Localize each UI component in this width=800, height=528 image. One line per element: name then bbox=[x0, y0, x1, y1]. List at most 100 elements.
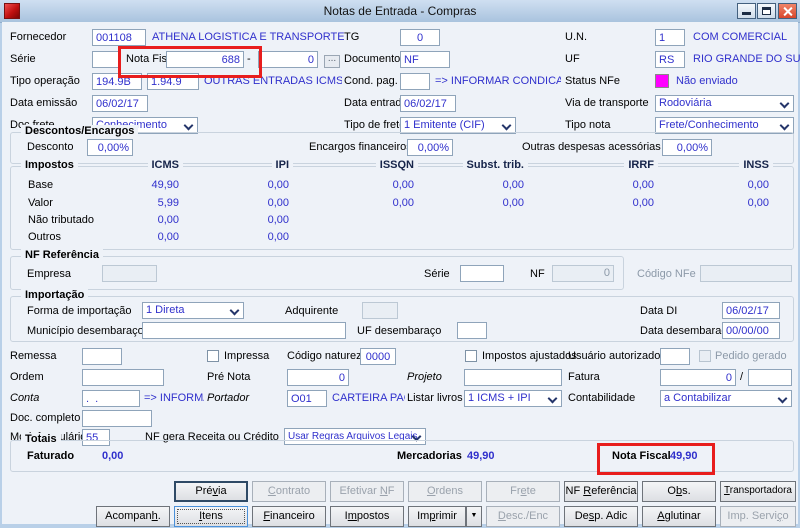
itens-button[interactable]: Itens bbox=[174, 506, 248, 527]
faturado-label: Faturado bbox=[27, 450, 75, 462]
impressa-checkbox[interactable] bbox=[207, 350, 219, 362]
impostos-col-irrf: IRRF bbox=[624, 159, 658, 171]
tg-input[interactable] bbox=[400, 29, 440, 46]
transportadora-button[interactable]: Transportadora bbox=[720, 481, 796, 502]
tipo-operacao-desc: OUTRAS ENTRADAS ICMS E IPI DEST bbox=[204, 75, 342, 87]
minimize-button[interactable] bbox=[737, 3, 756, 19]
impostos-row-outros: Outros 0,00 0,00 bbox=[28, 231, 289, 243]
nfref-serie-input[interactable] bbox=[460, 265, 504, 282]
mercadorias-label: Mercadorias bbox=[397, 450, 462, 462]
contabilidade-select[interactable]: a Contabilizar bbox=[660, 390, 792, 407]
window-frame: Notas de Entrada - Compras Fornecedor AT… bbox=[0, 0, 800, 528]
acompanh-button[interactable]: Acompanh. bbox=[96, 506, 170, 527]
impostos-title: Impostos bbox=[21, 159, 78, 171]
tipo-operacao-input[interactable] bbox=[92, 73, 142, 90]
tipo-operacao-label: Tipo operação bbox=[10, 75, 80, 87]
nota-fiscal-input[interactable] bbox=[166, 51, 244, 68]
impostos-groupbox: Impostos ICMS IPI ISSQN Subst. trib. IRR… bbox=[10, 159, 794, 250]
data-entrada-input[interactable] bbox=[400, 95, 456, 112]
tipo-frete-label: Tipo de frete bbox=[344, 119, 406, 131]
forma-importacao-select[interactable]: 1 Direta bbox=[142, 302, 244, 319]
projeto-label: Projeto bbox=[407, 371, 442, 383]
remessa-input[interactable] bbox=[82, 348, 122, 365]
status-nfe-value: Não enviado bbox=[676, 75, 738, 87]
desconto-label: Desconto bbox=[27, 141, 74, 153]
impostos-ajustados-checkbox[interactable] bbox=[465, 350, 477, 362]
doc-completo-label: Doc. completo bbox=[10, 412, 81, 424]
impostos-col-subst: Subst. trib. bbox=[462, 159, 528, 171]
ordem-input[interactable] bbox=[82, 369, 164, 386]
pre-nota-input[interactable] bbox=[287, 369, 349, 386]
fatura-sub-input[interactable] bbox=[748, 369, 792, 386]
cond-pag-input[interactable] bbox=[400, 73, 430, 90]
desp-adic-button[interactable]: Desp. Adic bbox=[564, 506, 638, 527]
cond-pag-label: Cond. pag. bbox=[344, 75, 398, 87]
un-input[interactable] bbox=[655, 29, 685, 46]
adquirente-field bbox=[362, 302, 398, 319]
obs-button[interactable]: Obs. bbox=[642, 481, 716, 502]
imprimir-dropdown-button[interactable]: ▼ bbox=[466, 506, 482, 527]
maximize-button[interactable] bbox=[757, 3, 776, 19]
desc-enc-button: Desc./Enc bbox=[486, 506, 560, 527]
portador-input[interactable] bbox=[287, 390, 327, 407]
codigo-nfe-field bbox=[700, 265, 792, 282]
impostos-col-issqn: ISSQN bbox=[375, 159, 418, 171]
codigo-natureza-label: Código natureza bbox=[287, 350, 368, 362]
fornecedor-input[interactable] bbox=[92, 29, 146, 46]
encargos-input[interactable] bbox=[407, 139, 453, 156]
importacao-title: Importação bbox=[21, 289, 89, 301]
pre-nota-label: Pré Nota bbox=[207, 371, 251, 383]
tipo-operacao-cfop-input[interactable] bbox=[147, 73, 199, 90]
financeiro-button[interactable]: Financeiro bbox=[252, 506, 326, 527]
chevron-down-icon bbox=[501, 120, 512, 131]
nota-fiscal-sub-input[interactable] bbox=[258, 51, 318, 68]
projeto-input[interactable] bbox=[464, 369, 562, 386]
data-di-label: Data DI bbox=[640, 305, 678, 317]
fatura-label: Fatura bbox=[568, 371, 600, 383]
close-button[interactable] bbox=[778, 3, 797, 19]
un-label: U.N. bbox=[565, 31, 587, 43]
maximize-icon bbox=[762, 7, 771, 15]
listar-livros-label: Listar livros bbox=[407, 392, 463, 404]
conta-hint: => INFORMAR bbox=[144, 392, 204, 404]
listar-livros-select[interactable]: 1 ICMS + IPI bbox=[464, 390, 562, 407]
window-title: Notas de Entrada - Compras bbox=[323, 4, 477, 18]
usuario-autorizado-input[interactable] bbox=[660, 348, 690, 365]
imprimir-button[interactable]: Imprimir bbox=[408, 506, 466, 527]
nfref-nf-field: 0 bbox=[552, 265, 614, 282]
encargos-label: Encargos financeiros bbox=[309, 141, 412, 153]
data-desembaraco-input[interactable] bbox=[722, 322, 780, 339]
impostos-button[interactable]: Impostos bbox=[330, 506, 404, 527]
nf-referencia-button[interactable]: NF Referência bbox=[564, 481, 638, 502]
form-body: Fornecedor ATHENA LOGISTICA E TRANSPORTE… bbox=[2, 22, 800, 527]
data-emissao-input[interactable] bbox=[92, 95, 148, 112]
chevron-down-icon bbox=[229, 305, 240, 316]
fatura-input[interactable] bbox=[660, 369, 736, 386]
serie-label: Série bbox=[10, 53, 36, 65]
nota-fiscal-more-button[interactable]: ... bbox=[324, 54, 340, 68]
serie-input[interactable] bbox=[92, 51, 120, 68]
via-transporte-select[interactable]: Rodoviária bbox=[655, 95, 794, 112]
uf-desembaraco-input[interactable] bbox=[457, 322, 487, 339]
conta-label: Conta bbox=[10, 392, 40, 404]
totais-title: Totais bbox=[21, 433, 61, 445]
documento-input[interactable] bbox=[400, 51, 450, 68]
impostos-row-nao-tributado: Não tributado 0,00 0,00 bbox=[28, 214, 289, 226]
un-name: COM COMERCIAL bbox=[693, 31, 788, 43]
doc-completo-input[interactable] bbox=[82, 410, 152, 427]
municipio-desembaraco-input[interactable] bbox=[142, 322, 346, 339]
municipio-desembaraco-label: Município desembaraço bbox=[27, 325, 144, 337]
nf-referencia-title: NF Referência bbox=[21, 249, 103, 261]
data-di-input[interactable] bbox=[722, 302, 780, 319]
desconto-input[interactable] bbox=[87, 139, 133, 156]
title-bar: Notas de Entrada - Compras bbox=[0, 0, 800, 23]
impressa-label: Impressa bbox=[224, 350, 270, 362]
outras-despesas-input[interactable] bbox=[662, 139, 712, 156]
codigo-natureza-input[interactable] bbox=[360, 348, 396, 365]
previa-button[interactable]: Prévia bbox=[174, 481, 248, 502]
aglutinar-button[interactable]: Aglutinar bbox=[642, 506, 716, 527]
conta-input[interactable] bbox=[82, 390, 140, 407]
uf-input[interactable] bbox=[655, 51, 685, 68]
frete-button: Frete bbox=[486, 481, 560, 502]
pedido-gerado-checkbox bbox=[699, 350, 711, 362]
